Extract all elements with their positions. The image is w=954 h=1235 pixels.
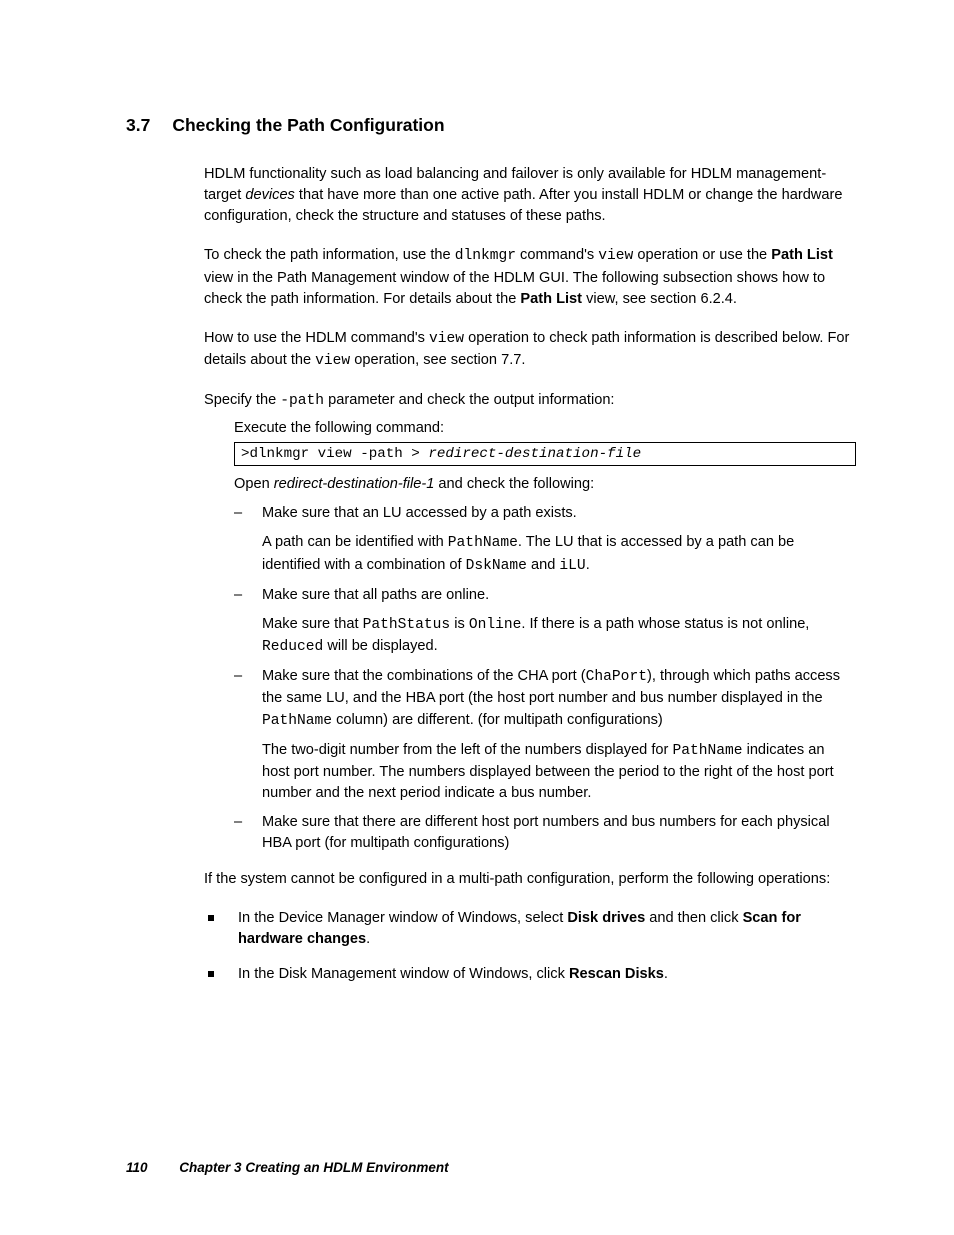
list-item: Make sure that the combinations of the C… [234, 666, 856, 804]
list-item: In the Device Manager window of Windows,… [204, 908, 856, 950]
list-sub: Make sure that PathStatus is Online. If … [262, 614, 856, 658]
section-number: 3.7 [126, 115, 150, 136]
body-text: HDLM functionality such as load balancin… [204, 164, 856, 985]
paragraph: If the system cannot be configured in a … [204, 869, 856, 890]
command-block: Execute the following command: >dlnkmgr … [234, 418, 856, 495]
paragraph: How to use the HDLM command's view opera… [204, 328, 856, 372]
list-sub: The two-digit number from the left of th… [262, 740, 856, 804]
list-item: Make sure that all paths are online. Mak… [234, 585, 856, 658]
section-title: Checking the Path Configuration [172, 115, 444, 136]
paragraph: To check the path information, use the d… [204, 245, 856, 309]
page-footer: 110 Chapter 3 Creating an HDLM Environme… [126, 1160, 449, 1175]
chapter-label: Chapter 3 Creating an HDLM Environment [179, 1160, 448, 1175]
list-item: Make sure that an LU accessed by a path … [234, 503, 856, 576]
paragraph: HDLM functionality such as load balancin… [204, 164, 856, 227]
paragraph: Open redirect-destination-file-1 and che… [234, 474, 856, 495]
dash-list: Make sure that an LU accessed by a path … [234, 503, 856, 854]
square-list: In the Device Manager window of Windows,… [204, 908, 856, 985]
list-item: In the Disk Management window of Windows… [204, 964, 856, 985]
paragraph: Specify the -path parameter and check th… [204, 390, 856, 412]
list-line: Make sure that the combinations of the C… [262, 666, 856, 731]
command-label: Execute the following command: [234, 418, 856, 439]
code-box: >dlnkmgr view -path > redirect-destinati… [234, 442, 856, 467]
list-sub: A path can be identified with PathName. … [262, 532, 856, 576]
list-item: Make sure that there are different host … [234, 812, 856, 854]
page-content: 3.7 Checking the Path Configuration HDLM… [0, 0, 954, 985]
page-number: 110 [126, 1160, 148, 1175]
section-heading: 3.7 Checking the Path Configuration [126, 115, 856, 136]
